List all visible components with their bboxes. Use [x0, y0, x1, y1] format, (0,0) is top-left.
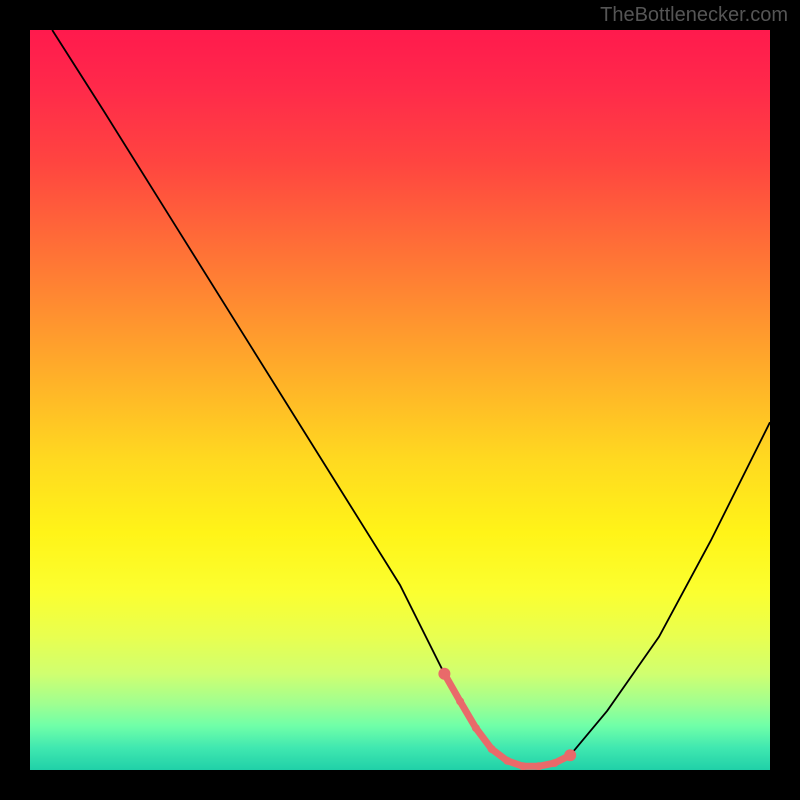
chart-plot-area: [30, 30, 770, 770]
optimal-zone-markers: [438, 668, 576, 770]
attribution-label: TheBottlenecker.com: [600, 4, 788, 27]
bottleneck-curve: [30, 30, 770, 770]
curve-line: [52, 30, 770, 766]
